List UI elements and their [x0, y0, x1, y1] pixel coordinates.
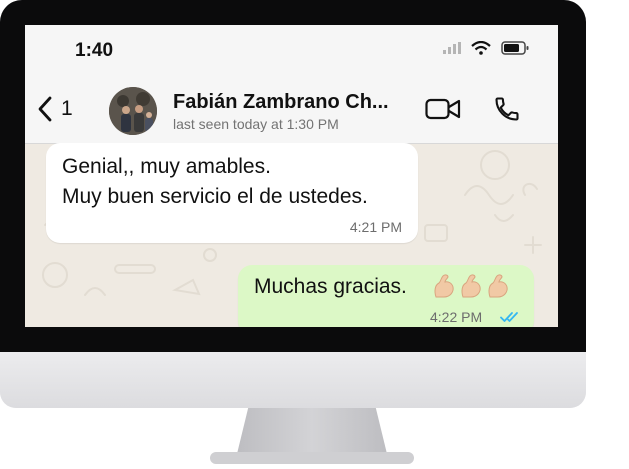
message-text-line: Genial,, muy amables.	[62, 155, 271, 178]
phone-call-button[interactable]	[493, 95, 521, 128]
message-timestamp: 4:22 PM	[430, 309, 483, 325]
unread-count: 1	[61, 97, 73, 120]
message-text: Muchas gracias.	[254, 275, 407, 298]
last-seen-status: last seen today at 1:30 PM	[173, 116, 339, 132]
wifi-icon	[471, 41, 491, 55]
flexed-biceps-icon	[488, 274, 508, 298]
signal-icon	[443, 42, 461, 54]
contact-name[interactable]: Fabián Zambrano Ch...	[173, 91, 413, 114]
monitor-stand-neck	[236, 408, 388, 458]
battery-icon	[501, 41, 529, 55]
monitor-stand-base	[210, 452, 414, 464]
flexed-biceps-icon	[434, 274, 454, 298]
phone-call-icon	[495, 97, 519, 121]
video-call-icon	[425, 98, 461, 120]
back-button[interactable]: 1	[37, 95, 73, 123]
status-icons	[443, 41, 529, 55]
avatar-photo	[109, 87, 157, 135]
incoming-message[interactable]: Genial,, muy amables. Muy buen servicio …	[46, 143, 418, 243]
back-chevron-icon	[38, 96, 52, 122]
flexed-biceps-icon	[461, 274, 481, 298]
message-timestamp: 4:21 PM	[349, 219, 402, 235]
message-text-line: Muy buen servicio el de ustedes.	[62, 185, 368, 208]
outgoing-message[interactable]: Muchas gracias. 4:22 PM	[238, 265, 534, 327]
monitor-chin	[0, 352, 586, 408]
video-call-button[interactable]	[425, 97, 461, 126]
chat-header: 1:40 1 Fabián Zambrano Ch... last seen t…	[25, 25, 558, 144]
emoji-group	[432, 273, 510, 299]
contact-avatar[interactable]	[109, 87, 157, 135]
chat-screen: 1:40 1 Fabián Zambrano Ch... last seen t…	[25, 25, 558, 327]
read-receipt-icon	[500, 312, 518, 322]
status-time: 1:40	[75, 40, 114, 61]
